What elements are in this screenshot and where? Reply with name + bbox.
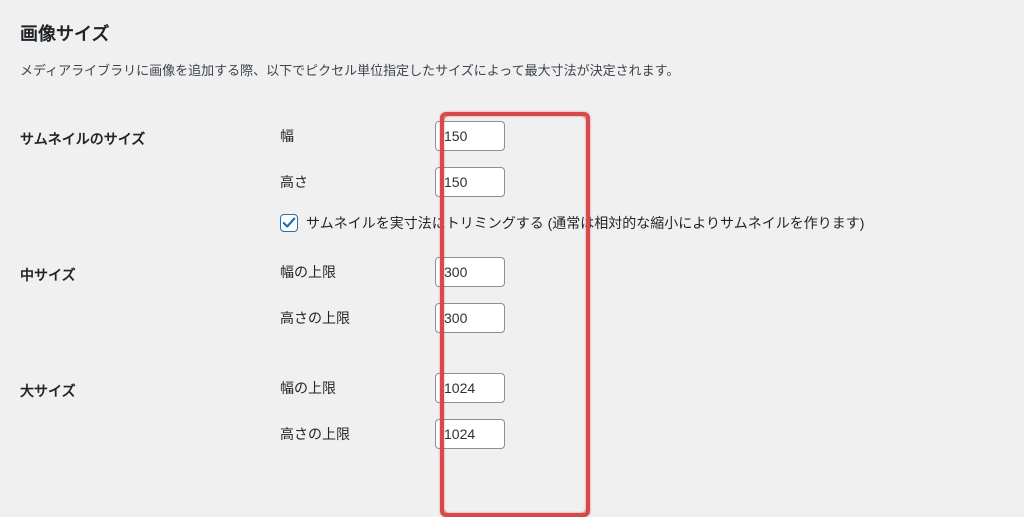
large-width-label: 幅の上限 <box>280 378 435 398</box>
medium-height-input[interactable] <box>435 303 505 333</box>
thumbnail-size-heading: サムネイルのサイズ <box>20 109 270 245</box>
thumbnail-width-label: 幅 <box>280 126 435 146</box>
thumbnail-crop-checkbox[interactable] <box>280 214 298 232</box>
medium-width-label: 幅の上限 <box>280 262 435 282</box>
thumbnail-width-input[interactable] <box>435 121 505 151</box>
large-height-label: 高さの上限 <box>280 424 435 444</box>
large-height-input[interactable] <box>435 419 505 449</box>
medium-size-heading: 中サイズ <box>20 245 270 361</box>
medium-height-label: 高さの上限 <box>280 308 435 328</box>
thumbnail-height-input[interactable] <box>435 167 505 197</box>
large-size-heading: 大サイズ <box>20 361 270 477</box>
section-description: メディアライブラリに画像を追加する際、以下でピクセル単位指定したサイズによって最… <box>20 60 1004 79</box>
large-width-input[interactable] <box>435 373 505 403</box>
check-icon <box>282 216 296 230</box>
thumbnail-height-label: 高さ <box>280 172 435 192</box>
section-title: 画像サイズ <box>20 20 1004 46</box>
thumbnail-crop-label: サムネイルを実寸法にトリミングする (通常は相対的な縮小によりサムネイルを作りま… <box>306 213 864 233</box>
medium-width-input[interactable] <box>435 257 505 287</box>
